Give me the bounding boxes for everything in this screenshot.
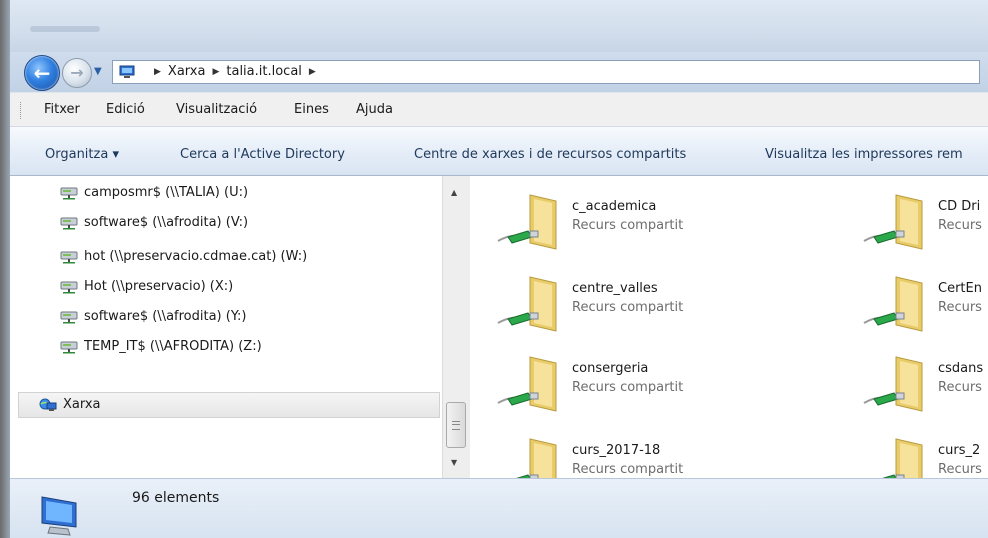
content-pane: c_academica Recurs compartit centre_vall…	[470, 176, 988, 478]
menu-fitxer[interactable]: Fitxer	[44, 102, 80, 117]
share-name: consergeria	[572, 361, 649, 376]
share-name: curs_2017-18	[572, 443, 661, 458]
menu-bar: Fitxer Edició Visualització Eines Ajuda	[10, 92, 988, 127]
network-drive-icon	[60, 217, 78, 230]
list-item[interactable]: CD Dri Recurs	[836, 186, 988, 256]
share-type: Recurs	[938, 380, 982, 395]
item-count: 96 elements	[132, 490, 220, 506]
network-drive-icon	[60, 187, 78, 200]
shared-folder-icon	[516, 438, 557, 478]
share-type: Recurs compartit	[572, 300, 684, 315]
share-type: Recurs	[938, 218, 982, 233]
shared-folder-icon	[863, 356, 923, 412]
share-name: CertEn	[938, 281, 982, 296]
menu-edicio[interactable]: Edició	[106, 102, 145, 117]
command-bar: Organitza ▾ Cerca a l'Active Directory C…	[10, 127, 988, 176]
list-item[interactable]: curs_2017-18 Recurs compartit	[470, 430, 830, 478]
tree-item-label: software$ (\\afrodita) (V:)	[84, 215, 249, 230]
view-printers-button[interactable]: Visualitza les impressores rem	[765, 147, 963, 162]
scrollbar-thumb[interactable]	[446, 402, 466, 448]
share-name: curs_2	[938, 443, 981, 458]
organize-button[interactable]: Organitza ▾	[45, 147, 119, 162]
network-drive-icon	[60, 341, 78, 354]
title-bar	[10, 0, 988, 52]
share-type: Recurs compartit	[572, 380, 684, 395]
list-item[interactable]: CertEn Recurs	[836, 268, 988, 338]
forward-button[interactable]: →	[62, 58, 92, 88]
scroll-up-icon[interactable]: ▲	[451, 188, 457, 197]
shared-folder-icon	[497, 194, 557, 250]
share-type: Recurs	[938, 462, 982, 477]
menu-visualitzacio[interactable]: Visualització	[176, 102, 257, 117]
shared-folder-icon	[863, 276, 923, 332]
share-type: Recurs compartit	[572, 218, 684, 233]
chevron-right-icon[interactable]: ▶	[309, 67, 316, 77]
network-drive-icon	[60, 281, 78, 294]
network-computer-icon	[41, 496, 77, 536]
share-name: centre_valles	[572, 281, 658, 296]
tree-item-label: hot (\\preservacio.cdmae.cat) (W:)	[84, 249, 308, 264]
breadcrumb: ▶ Xarxa ▶ talia.it.local ▶	[147, 64, 323, 79]
share-type: Recurs	[938, 300, 982, 315]
list-item[interactable]: curs_2 Recurs	[836, 430, 988, 478]
window-left-edge	[0, 0, 10, 538]
breadcrumb-item-xarxa[interactable]: Xarxa	[168, 64, 206, 79]
menu-eines[interactable]: Eines	[294, 102, 329, 117]
breadcrumb-item-domain[interactable]: talia.it.local	[226, 64, 302, 79]
list-item[interactable]: csdans Recurs	[836, 348, 988, 418]
chevron-right-icon[interactable]: ▶	[212, 67, 219, 77]
tree-item-label: camposmr$ (\\TALIA) (U:)	[84, 185, 249, 200]
forward-arrow-icon: →	[70, 63, 84, 82]
share-name: csdans	[938, 361, 984, 376]
chevron-right-icon[interactable]: ▶	[154, 67, 161, 77]
shared-folder-icon	[882, 438, 923, 478]
list-item[interactable]: consergeria Recurs compartit	[470, 348, 830, 418]
shared-folder-icon	[863, 194, 923, 250]
network-computer-icon	[119, 65, 135, 78]
network-drive-icon	[60, 251, 78, 264]
share-name: c_academica	[572, 199, 657, 214]
back-arrow-icon: ←	[33, 61, 51, 85]
shared-folder-icon	[497, 356, 557, 412]
scroll-down-icon[interactable]: ▼	[451, 458, 457, 467]
status-bar: 96 elements	[10, 478, 988, 538]
search-active-directory-button[interactable]: Cerca a l'Active Directory	[180, 147, 345, 162]
shared-folder-icon	[497, 276, 557, 332]
navigation-bar: ← → ▼ ▶ Xarxa ▶ talia.it.local ▶	[10, 52, 988, 92]
tree-item-label: Xarxa	[63, 397, 101, 412]
tree-item-label: TEMP_IT$ (\\AFRODITA) (Z:)	[84, 339, 262, 354]
share-type: Recurs compartit	[572, 462, 684, 477]
list-item[interactable]: c_academica Recurs compartit	[470, 186, 830, 256]
menu-ajuda[interactable]: Ajuda	[356, 102, 393, 117]
tree-item-label: software$ (\\afrodita) (Y:)	[84, 309, 247, 324]
tree-item-xarxa[interactable]: Xarxa	[18, 392, 440, 418]
network-globe-icon	[39, 398, 57, 411]
address-bar[interactable]: ▶ Xarxa ▶ talia.it.local ▶	[112, 60, 980, 84]
nav-pane-scrollbar[interactable]: ▲ ▼	[442, 176, 470, 478]
share-name: CD Dri	[938, 199, 981, 214]
network-center-button[interactable]: Centre de xarxes i de recursos compartit…	[414, 147, 686, 162]
network-drive-icon	[60, 311, 78, 324]
history-dropdown-icon[interactable]: ▼	[94, 66, 102, 77]
navigation-pane: camposmr$ (\\TALIA) (U:) software$ (\\af…	[10, 176, 442, 478]
menu-grip	[20, 102, 23, 119]
tree-item-label: Hot (\\preservacio) (X:)	[84, 279, 234, 294]
list-item[interactable]: centre_valles Recurs compartit	[470, 268, 830, 338]
back-button[interactable]: ←	[24, 55, 60, 91]
